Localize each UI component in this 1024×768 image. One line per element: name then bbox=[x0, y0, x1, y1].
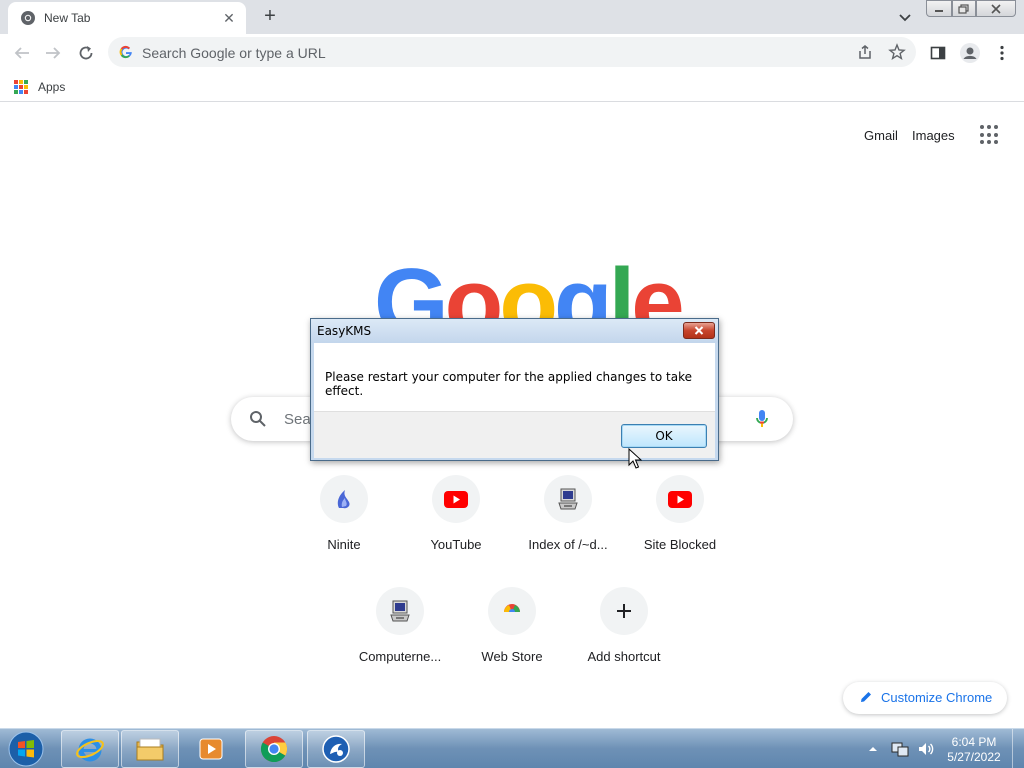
media-player-icon bbox=[199, 738, 223, 760]
search-icon bbox=[250, 411, 266, 427]
minimize-icon bbox=[935, 9, 943, 12]
clock-time: 6:04 PM bbox=[951, 735, 997, 749]
plus-icon bbox=[617, 604, 631, 618]
microphone-icon[interactable] bbox=[755, 409, 769, 429]
gmail-link[interactable]: Gmail bbox=[864, 128, 898, 143]
shortcut-label: Index of /~d... bbox=[528, 537, 608, 552]
shortcut-tile-computerne[interactable]: Computerne... bbox=[344, 587, 456, 687]
bookmark-label: Apps bbox=[38, 80, 66, 94]
back-arrow-icon bbox=[14, 47, 29, 59]
shortcut-tile-web-store[interactable]: Web Store bbox=[456, 587, 568, 687]
dialog-footer: OK bbox=[314, 411, 715, 458]
network-icon[interactable] bbox=[890, 739, 910, 759]
volume-icon[interactable] bbox=[916, 739, 936, 759]
internet-explorer-icon bbox=[76, 738, 104, 762]
dialog-close-button[interactable] bbox=[683, 322, 715, 339]
chrome-icon bbox=[260, 736, 288, 763]
webstore-icon bbox=[504, 604, 520, 618]
ninite-icon bbox=[337, 490, 350, 509]
shortcut-label: Add shortcut bbox=[587, 649, 661, 664]
menu-button[interactable] bbox=[992, 43, 1012, 63]
shortcut-tile-ninite[interactable]: Ninite bbox=[288, 475, 400, 575]
shortcut-label: Web Store bbox=[481, 649, 543, 664]
browser-toolbar: Search Google or type a URL bbox=[0, 34, 1024, 72]
window-close-button[interactable] bbox=[976, 0, 1016, 17]
shortcut-label: YouTube bbox=[430, 537, 482, 552]
pencil-icon bbox=[861, 692, 871, 702]
shortcut-tile-youtube[interactable]: YouTube bbox=[400, 475, 512, 575]
computer-icon bbox=[390, 600, 410, 622]
dialog-titlebar[interactable]: EasyKMS bbox=[311, 319, 718, 343]
share-icon[interactable] bbox=[856, 43, 874, 61]
shortcut-label: Ninite bbox=[327, 537, 361, 552]
dialog-body: Please restart your computer for the app… bbox=[314, 343, 715, 458]
bookmark-star-icon[interactable] bbox=[888, 43, 906, 61]
taskbar: 6:04 PM 5/27/2022 bbox=[0, 728, 1024, 768]
window-controls bbox=[926, 0, 1018, 18]
tab-strip: New Tab ✕ + bbox=[0, 0, 1024, 34]
start-button[interactable] bbox=[6, 730, 46, 768]
minimize-button[interactable] bbox=[926, 0, 952, 17]
reload-icon bbox=[79, 46, 93, 60]
shortcut-label: Computerne... bbox=[358, 649, 442, 664]
show-desktop-button[interactable] bbox=[1012, 729, 1024, 768]
restore-icon bbox=[958, 3, 969, 14]
system-clock[interactable]: 6:04 PM 5/27/2022 bbox=[940, 735, 1008, 765]
tab-new-tab[interactable]: New Tab ✕ bbox=[8, 2, 246, 34]
shortcut-tile-index[interactable]: Index of /~d... bbox=[512, 475, 624, 575]
close-icon bbox=[694, 326, 704, 335]
chrome-icon bbox=[21, 11, 35, 25]
restore-button[interactable] bbox=[952, 0, 976, 17]
side-panel-button[interactable] bbox=[928, 43, 948, 63]
chevron-down-icon[interactable] bbox=[894, 6, 916, 28]
computer-icon bbox=[558, 488, 578, 510]
shortcut-label: Site Blocked bbox=[643, 537, 717, 552]
system-tray bbox=[866, 735, 936, 763]
new-tab-button[interactable]: + bbox=[258, 5, 282, 29]
taskbar-internet-explorer[interactable] bbox=[61, 730, 119, 768]
bookmark-apps[interactable]: Apps bbox=[14, 77, 65, 97]
apps-grid-icon bbox=[14, 80, 28, 94]
dialog-message: Please restart your computer for the app… bbox=[325, 370, 693, 398]
add-shortcut-button[interactable]: Add shortcut bbox=[568, 587, 680, 687]
images-link[interactable]: Images bbox=[912, 128, 955, 143]
taskbar-media-player[interactable] bbox=[182, 730, 240, 768]
close-icon[interactable]: ✕ bbox=[220, 9, 238, 27]
side-panel-icon bbox=[930, 46, 946, 60]
clock-date: 5/27/2022 bbox=[947, 750, 1001, 764]
taskbar-easykms[interactable] bbox=[307, 730, 365, 768]
address-bar-placeholder: Search Google or type a URL bbox=[142, 45, 326, 61]
close-icon bbox=[991, 3, 1001, 14]
reload-button[interactable] bbox=[74, 41, 98, 65]
easykms-icon bbox=[322, 735, 350, 763]
taskbar-file-explorer[interactable] bbox=[121, 730, 179, 768]
address-bar[interactable]: Search Google or type a URL bbox=[108, 37, 916, 67]
mouse-cursor-icon bbox=[628, 448, 642, 469]
file-explorer-icon bbox=[136, 738, 164, 761]
tab-title: New Tab bbox=[44, 11, 91, 25]
forward-button[interactable] bbox=[41, 41, 65, 65]
back-button[interactable] bbox=[10, 41, 34, 65]
google-g-icon bbox=[119, 45, 132, 59]
bookmarks-bar: Apps bbox=[0, 72, 1024, 102]
profile-avatar-icon bbox=[960, 43, 980, 63]
customize-chrome-button[interactable]: Customize Chrome bbox=[843, 682, 1007, 714]
taskbar-chrome[interactable] bbox=[245, 730, 303, 768]
kebab-menu-icon bbox=[1000, 45, 1004, 61]
windows-start-icon bbox=[8, 731, 44, 767]
shortcut-tile-site-blocked[interactable]: Site Blocked bbox=[624, 475, 736, 575]
search-placeholder: Sea bbox=[284, 411, 311, 428]
customize-chrome-label: Customize Chrome bbox=[881, 690, 993, 705]
ok-button[interactable]: OK bbox=[621, 424, 707, 448]
easykms-dialog: EasyKMS Please restart your computer for… bbox=[310, 318, 719, 461]
forward-arrow-icon bbox=[46, 47, 61, 59]
youtube-icon bbox=[668, 490, 692, 508]
google-apps-icon[interactable] bbox=[980, 125, 1000, 145]
dialog-title: EasyKMS bbox=[317, 324, 372, 338]
youtube-icon bbox=[444, 490, 468, 508]
show-hidden-icons-icon[interactable] bbox=[866, 742, 880, 756]
profile-button[interactable] bbox=[958, 41, 982, 65]
